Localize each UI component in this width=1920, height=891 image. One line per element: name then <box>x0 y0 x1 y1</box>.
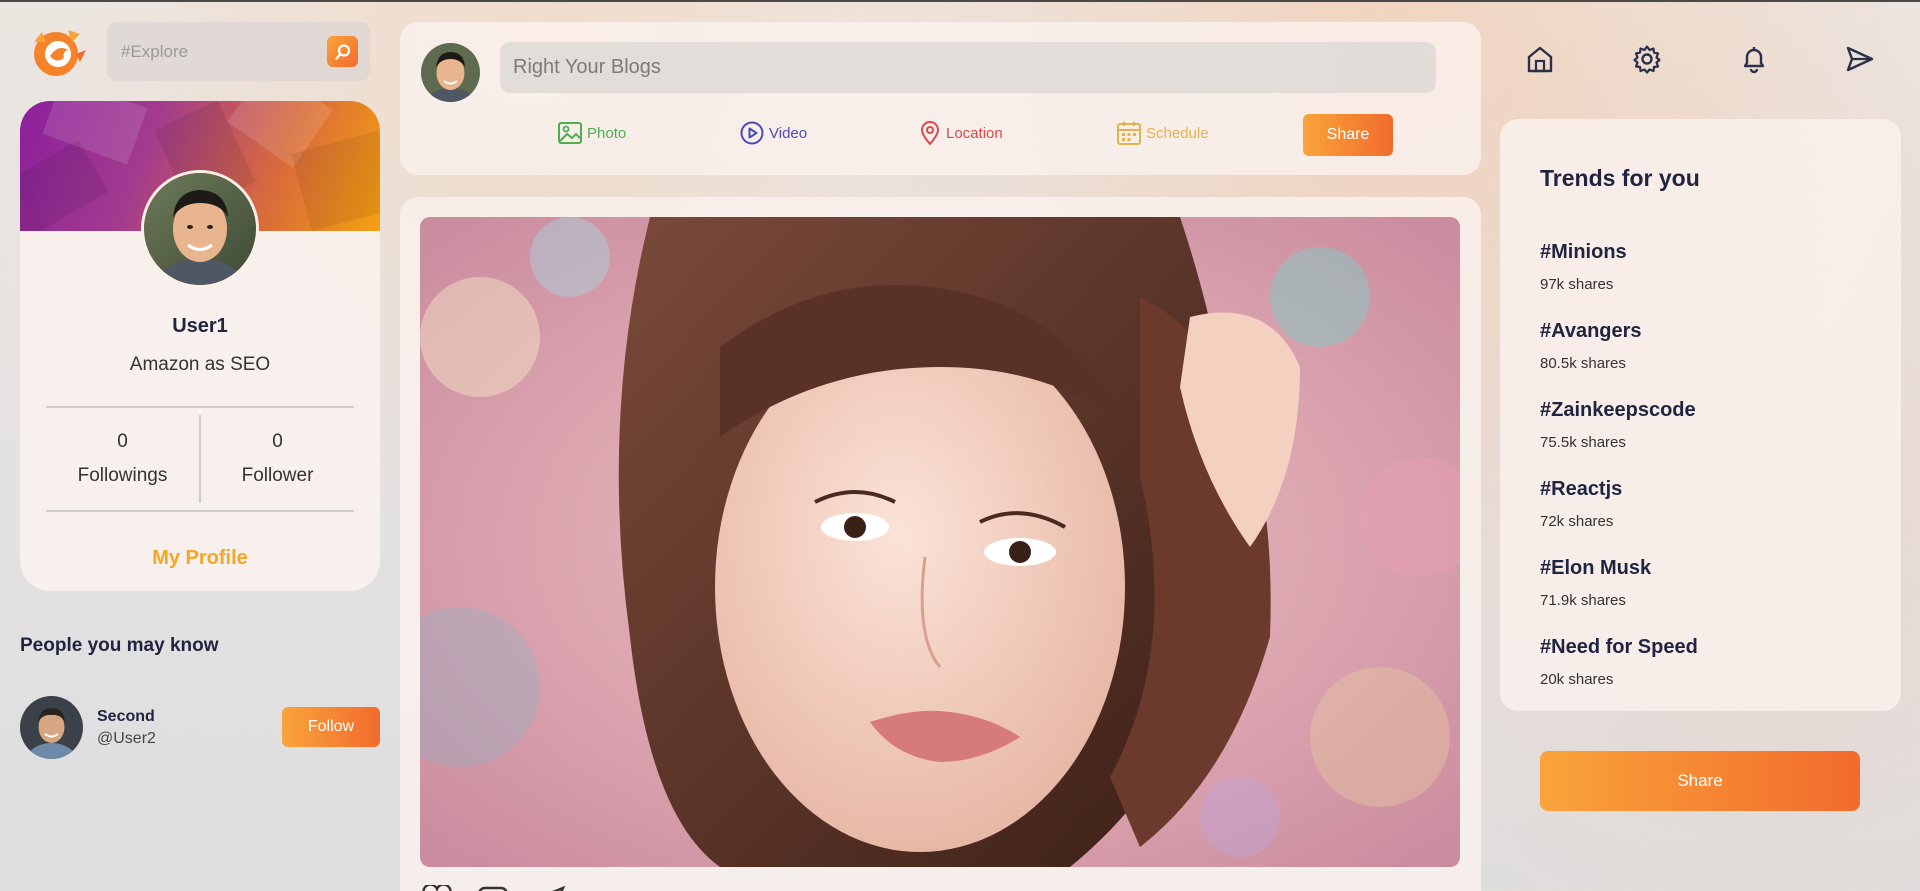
calendar-icon <box>1117 121 1141 145</box>
location-pin-icon <box>920 121 940 146</box>
gear-icon[interactable] <box>1632 44 1662 74</box>
composer-share-button[interactable]: Share <box>1303 114 1393 156</box>
home-icon[interactable] <box>1525 44 1555 74</box>
followers-count: 0 <box>272 431 283 452</box>
suggested-user: Second @User2 Follow <box>20 694 380 760</box>
profile-bio: Amazon as SEO <box>129 354 271 375</box>
trend-tag: #Avangers <box>1540 320 1642 342</box>
share-icon[interactable] <box>532 885 566 891</box>
followings-label: Followings <box>77 465 168 486</box>
search-input[interactable] <box>121 41 321 62</box>
trend-shares: 20k shares <box>1540 671 1614 688</box>
app-logo[interactable] <box>28 24 88 80</box>
followers-label: Follower <box>241 465 314 486</box>
trend-shares: 72k shares <box>1540 513 1614 530</box>
followings-count: 0 <box>117 431 128 452</box>
video-action[interactable]: Video <box>739 118 807 148</box>
trend-tag: #Elon Musk <box>1540 557 1652 579</box>
share-button[interactable]: Share <box>1540 751 1860 811</box>
post-actions <box>420 883 566 891</box>
profile-card: User1 Amazon as SEO 0 Followings 0 Follo… <box>20 101 380 591</box>
trend-item[interactable]: #Zainkeepscode 75.5k shares <box>1540 399 1696 451</box>
location-action-label: Location <box>946 124 1003 142</box>
trend-item[interactable]: #Minions 97k shares <box>1540 241 1627 293</box>
suggested-user-name: Second <box>97 708 155 725</box>
comment-icon[interactable] <box>476 885 510 891</box>
trend-item[interactable]: #Elon Musk 71.9k shares <box>1540 557 1651 609</box>
trends-title: Trends for you <box>1540 165 1700 191</box>
trend-shares: 75.5k shares <box>1540 434 1626 451</box>
people-you-may-know-title: People you may know <box>20 635 219 656</box>
post-card <box>400 197 1481 891</box>
trend-tag: #Minions <box>1540 241 1627 263</box>
play-circle-icon <box>740 121 764 145</box>
my-profile-link[interactable]: My Profile <box>20 547 380 570</box>
bell-icon[interactable] <box>1739 44 1769 74</box>
search-button[interactable] <box>327 36 358 67</box>
profile-username: User1 <box>172 315 228 337</box>
suggested-user-avatar[interactable] <box>20 696 83 759</box>
followers-stat[interactable]: 0 Follower <box>201 408 354 510</box>
trend-item[interactable]: #Reactjs 72k shares <box>1540 478 1622 530</box>
trend-tag: #Need for Speed <box>1540 636 1698 658</box>
post-image[interactable] <box>420 217 1460 867</box>
like-icon[interactable] <box>420 883 454 891</box>
photo-action[interactable]: Photo <box>557 118 626 148</box>
followings-stat[interactable]: 0 Followings <box>46 408 199 510</box>
profile-avatar[interactable] <box>141 170 259 288</box>
trends-card: Trends for you #Minions 97k shares #Avan… <box>1500 119 1901 711</box>
schedule-action[interactable]: Schedule <box>1116 118 1209 148</box>
composer-avatar[interactable] <box>421 43 480 102</box>
suggested-user-handle: @User2 <box>97 730 156 747</box>
trend-shares: 97k shares <box>1540 276 1614 293</box>
profile-stats: 0 Followings 0 Follower <box>46 406 354 512</box>
schedule-action-label: Schedule <box>1146 124 1209 142</box>
search-box <box>107 22 370 81</box>
post-composer: Photo Video Location Schedule Share <box>400 22 1481 175</box>
trend-tag: #Reactjs <box>1540 478 1623 500</box>
trend-item[interactable]: #Need for Speed 20k shares <box>1540 636 1698 688</box>
location-action[interactable]: Location <box>918 118 1003 148</box>
send-icon[interactable] <box>1845 44 1875 74</box>
follow-button[interactable]: Follow <box>282 707 380 747</box>
trend-tag: #Zainkeepscode <box>1540 399 1696 421</box>
image-icon <box>558 122 582 144</box>
trend-item[interactable]: #Avangers 80.5k shares <box>1540 320 1642 372</box>
search-icon <box>334 43 350 60</box>
video-action-label: Video <box>769 124 808 142</box>
photo-action-label: Photo <box>587 124 627 142</box>
blog-input[interactable] <box>500 42 1436 93</box>
trend-shares: 71.9k shares <box>1540 592 1626 609</box>
top-navigation <box>1525 44 1875 76</box>
trend-shares: 80.5k shares <box>1540 355 1626 372</box>
